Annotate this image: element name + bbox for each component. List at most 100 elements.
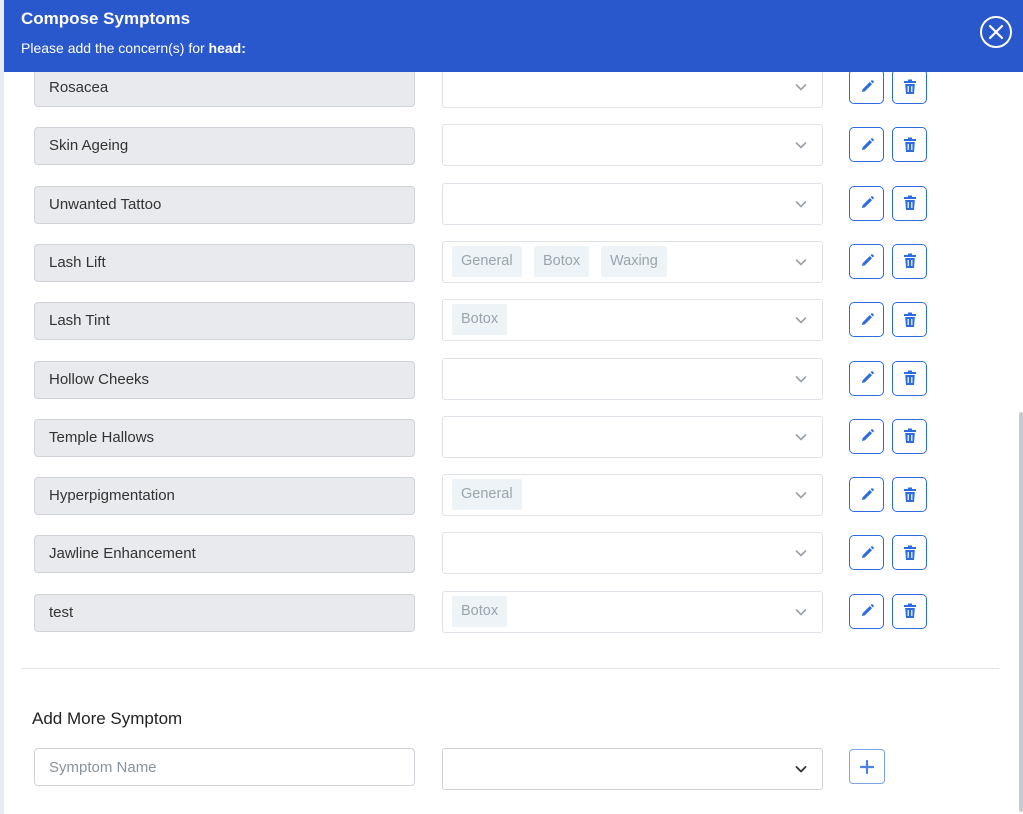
delete-symptom-button[interactable] [892, 127, 927, 163]
chevron-down-icon [795, 433, 807, 441]
trash-icon [903, 545, 916, 560]
chevron-down-icon [795, 492, 807, 499]
delete-symptom-button[interactable] [892, 302, 927, 338]
symptom-row: Jawline Enhancement [4, 532, 1023, 575]
symptom-row: Skin Ageing [4, 124, 1023, 167]
pencil-icon [861, 79, 874, 92]
pencil-icon [861, 196, 874, 209]
delete-symptom-button[interactable] [892, 477, 927, 513]
service-multiselect[interactable]: Botox [442, 299, 823, 342]
add-symptom-button[interactable] [849, 749, 885, 784]
service-multiselect[interactable] [442, 357, 823, 400]
edit-symptom-button[interactable] [849, 477, 884, 513]
service-multiselect[interactable] [442, 124, 823, 167]
symptom-row: Lash Lift General Botox Waxing [4, 240, 1023, 283]
edit-symptom-button[interactable] [849, 418, 884, 454]
symptom-row: Lash Tint Botox [4, 299, 1023, 342]
section-divider [21, 668, 999, 669]
service-multiselect[interactable] [442, 415, 823, 458]
modal-subtitle: Please add the concern(s) for head: [21, 40, 246, 56]
delete-symptom-button[interactable] [892, 418, 927, 454]
chevron-down-icon [795, 608, 807, 615]
service-multiselect[interactable]: Botox [442, 590, 823, 633]
service-multiselect[interactable]: General Botox Waxing [442, 240, 823, 283]
service-tag: Botox [534, 245, 590, 277]
symptom-name-field: Lash Tint [34, 302, 415, 341]
chevron-down-icon [795, 550, 807, 557]
pencil-icon [861, 487, 874, 500]
edit-symptom-button[interactable] [849, 535, 884, 571]
service-tag: Botox [452, 595, 508, 627]
trash-icon [903, 370, 916, 385]
compose-symptoms-modal: Compose Symptoms Please add the concern(… [4, 0, 1023, 814]
pencil-icon [861, 429, 874, 442]
modal-title: Compose Symptoms [21, 9, 191, 28]
trash-icon [903, 195, 916, 211]
trash-icon [903, 428, 916, 444]
close-button[interactable] [980, 16, 1012, 48]
edit-symptom-button[interactable] [849, 72, 884, 104]
service-tag: General [452, 479, 522, 511]
edit-symptom-button[interactable] [849, 302, 884, 338]
edit-symptom-button[interactable] [849, 360, 884, 396]
service-multiselect[interactable] [442, 182, 823, 225]
modal-header: Compose Symptoms Please add the concern(… [4, 0, 1023, 72]
service-multiselect[interactable] [442, 532, 823, 575]
service-multiselect[interactable] [442, 72, 823, 108]
chevron-down-icon [795, 84, 807, 91]
trash-icon [903, 137, 916, 152]
chevron-down-icon [795, 259, 807, 266]
symptom-row: test Botox [4, 590, 1023, 633]
trash-icon [903, 312, 916, 327]
chevron-down-icon [795, 766, 807, 773]
pencil-icon [861, 604, 874, 617]
service-multiselect[interactable]: General [442, 474, 823, 517]
symptom-name-field: Temple Hallows [34, 418, 415, 457]
edit-symptom-button[interactable] [849, 593, 884, 629]
delete-symptom-button[interactable] [892, 72, 927, 104]
body-part-label: head: [208, 40, 246, 56]
delete-symptom-button[interactable] [892, 593, 927, 629]
pencil-icon [861, 254, 874, 267]
symptom-row: Hyperpigmentation General [4, 474, 1023, 517]
symptom-name-field: Jawline Enhancement [34, 535, 415, 574]
service-tag: General [452, 245, 522, 277]
pencil-icon [861, 137, 874, 150]
symptom-row: Unwanted Tattoo [4, 182, 1023, 225]
symptom-name-field: Rosacea [34, 72, 415, 107]
chevron-down-icon [795, 142, 807, 149]
symptom-name-field: Lash Lift [34, 243, 415, 282]
chevron-down-icon [795, 317, 807, 324]
add-section-title: Add More Symptom [32, 709, 183, 728]
symptom-name-field: Unwanted Tattoo [34, 185, 415, 224]
pencil-icon [861, 546, 874, 558]
delete-symptom-button[interactable] [892, 360, 927, 396]
pencil-icon [861, 312, 874, 325]
symptom-row: Rosacea [4, 72, 1023, 108]
close-icon [988, 24, 1004, 40]
service-tag: Waxing [601, 245, 667, 277]
scrollbar[interactable] [1019, 412, 1023, 812]
edit-symptom-button[interactable] [849, 243, 884, 279]
symptom-row: Hollow Cheeks [4, 357, 1023, 400]
symptom-name-field: Hyperpigmentation [34, 477, 415, 516]
chevron-down-icon [795, 375, 807, 382]
new-symptom-service-select[interactable] [442, 748, 823, 790]
symptom-name-field: Skin Ageing [34, 127, 415, 166]
symptom-name-field: Hollow Cheeks [34, 360, 415, 399]
edit-symptom-button[interactable] [849, 127, 884, 163]
delete-symptom-button[interactable] [892, 535, 927, 571]
subtitle-text: Please add the concern(s) for [21, 40, 209, 56]
delete-symptom-button[interactable] [892, 185, 927, 221]
trash-icon [903, 79, 916, 94]
trash-icon [903, 603, 916, 619]
delete-symptom-button[interactable] [892, 243, 927, 279]
trash-icon [903, 487, 916, 502]
edit-symptom-button[interactable] [849, 185, 884, 221]
symptom-name-field: test [34, 593, 415, 632]
symptom-list-scroll-area[interactable]: Rosacea Skin Ageing Unwanted Tattoo Lash Li… [4, 72, 1023, 814]
symptom-name-input[interactable] [34, 748, 415, 786]
pencil-icon [861, 371, 874, 383]
symptom-row: Temple Hallows [4, 415, 1023, 458]
plus-icon [860, 759, 874, 774]
